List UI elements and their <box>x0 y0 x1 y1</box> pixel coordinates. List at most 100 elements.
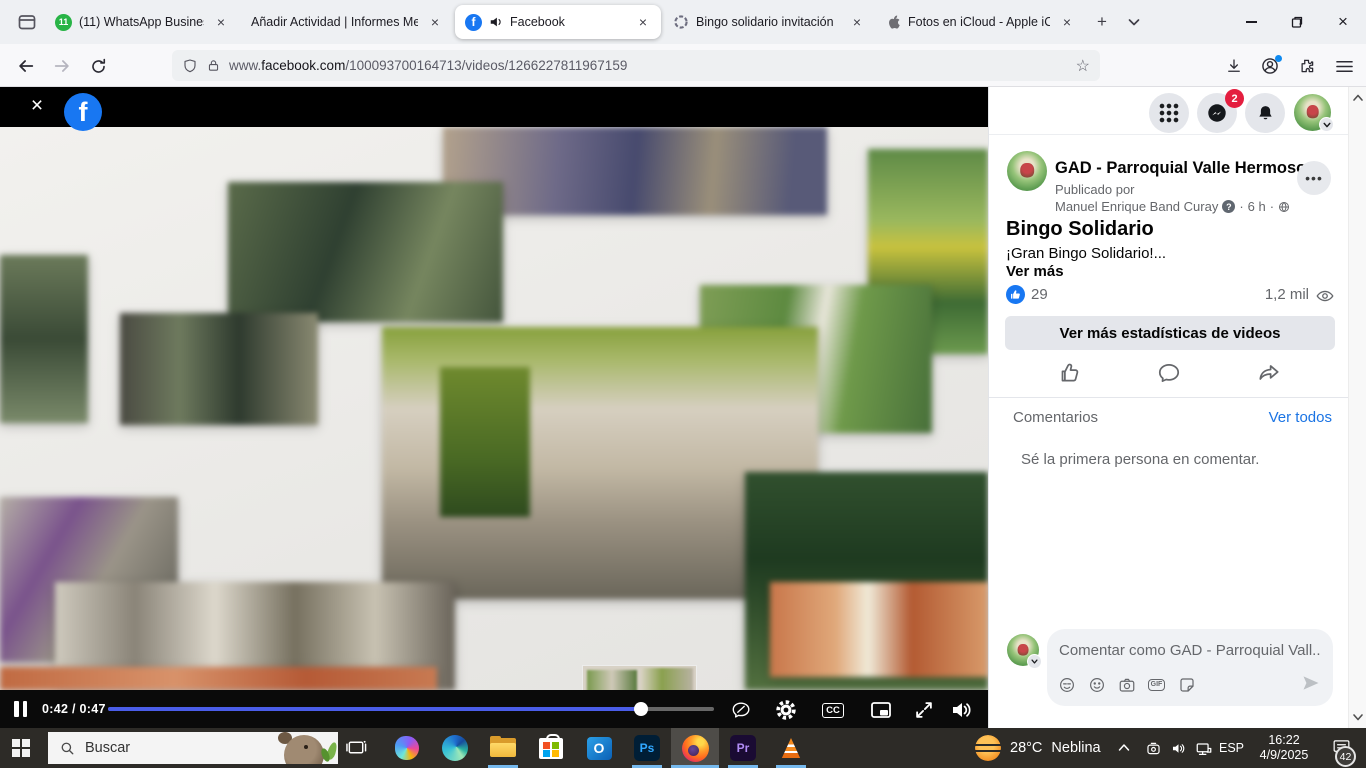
composer-avatar[interactable] <box>1007 634 1039 666</box>
share-button[interactable] <box>1256 360 1282 386</box>
video-stats-button[interactable]: Ver más estadísticas de videos <box>1005 316 1335 350</box>
comments-disabled-button[interactable] <box>728 697 754 723</box>
weather-haze-icon <box>975 735 1001 761</box>
see-all-comments-link[interactable]: Ver todos <box>1269 409 1332 426</box>
view-count: 1,2 mil <box>1265 286 1309 303</box>
video-canvas[interactable]: 0:41 <box>0 127 988 690</box>
camera-button[interactable] <box>1117 675 1136 694</box>
menu-button[interactable] <box>1331 53 1357 79</box>
notifications-button[interactable] <box>1245 93 1285 133</box>
downloads-button[interactable] <box>1221 53 1247 79</box>
comment-button[interactable] <box>1156 360 1182 386</box>
language-indicator[interactable]: ESP <box>1219 741 1244 755</box>
page-scrollbar[interactable] <box>1348 87 1366 728</box>
bookmark-star-icon[interactable]: ☆ <box>1076 56 1090 76</box>
composer-avatar-chevron-icon[interactable] <box>1027 654 1042 669</box>
comment-input[interactable]: Comentar como GAD - Parroquial Vall... G… <box>1047 629 1333 706</box>
gif-button[interactable]: GIF <box>1147 675 1166 694</box>
progress-scrubber[interactable] <box>634 702 648 716</box>
forward-button[interactable] <box>49 53 75 79</box>
scroll-down-icon[interactable] <box>1352 711 1364 723</box>
tab-bingo[interactable]: Bingo solidario invitación × <box>663 5 875 39</box>
see-more-link[interactable]: Ver más <box>1006 263 1064 280</box>
url-bar[interactable]: www.facebook.com/100093700164713/videos/… <box>172 50 1100 81</box>
video-collage <box>0 127 988 690</box>
taskbar-edge-button[interactable] <box>431 728 479 768</box>
tab-close-button[interactable]: × <box>847 12 867 32</box>
fullscreen-button[interactable] <box>911 697 937 723</box>
pause-button[interactable] <box>14 701 27 717</box>
chatgpt-favicon <box>673 14 689 30</box>
weather-widget[interactable]: 28°C Neblina <box>975 728 1101 768</box>
question-icon[interactable]: ? <box>1222 200 1235 213</box>
tray-expand-button[interactable] <box>1116 740 1132 756</box>
new-tab-button[interactable]: + <box>1086 6 1118 38</box>
tab-audio-icon[interactable] <box>489 15 503 29</box>
taskbar-store-button[interactable] <box>527 728 575 768</box>
tab-facebook-active[interactable]: f Facebook × <box>455 5 661 39</box>
author-name[interactable]: Manuel Enrique Band Curay <box>1055 199 1218 214</box>
taskbar-outlook-button[interactable]: O <box>575 728 623 768</box>
network-tray-icon[interactable] <box>1195 740 1213 758</box>
post-page-avatar[interactable] <box>1007 151 1047 191</box>
taskbar-premiere-button[interactable]: Pr <box>719 728 767 768</box>
captions-button[interactable]: CC <box>820 697 846 723</box>
avatar-sticker-button[interactable] <box>1057 675 1076 694</box>
scroll-up-icon[interactable] <box>1352 92 1364 104</box>
task-view-button[interactable] <box>346 737 367 758</box>
tab-close-button[interactable]: × <box>633 12 653 32</box>
taskbar-photoshop-button[interactable]: Ps <box>623 728 671 768</box>
post-more-button[interactable]: ••• <box>1297 161 1331 195</box>
whatsapp-badge-icon: 11 <box>55 14 72 31</box>
extensions-button[interactable] <box>1294 53 1320 79</box>
tab-close-button[interactable]: × <box>211 12 231 32</box>
taskbar-search-box[interactable]: Buscar <box>48 732 338 764</box>
video-close-button[interactable]: × <box>26 95 48 117</box>
search-highlight-image[interactable] <box>260 732 338 764</box>
tab-whatsapp[interactable]: 11 (11) WhatsApp Business × <box>45 5 239 39</box>
like-reaction-icon[interactable] <box>1006 285 1025 304</box>
taskbar-firefox-button[interactable] <box>671 728 719 768</box>
notification-badge: 42 <box>1335 746 1356 767</box>
taskbar-explorer-button[interactable] <box>479 728 527 768</box>
taskbar-copilot-button[interactable] <box>383 728 431 768</box>
tracking-shield-icon[interactable] <box>182 58 198 74</box>
pip-button[interactable] <box>868 697 894 723</box>
taskbar-vlc-button[interactable] <box>767 728 815 768</box>
account-button[interactable] <box>1257 53 1283 79</box>
emoji-button[interactable] <box>1087 675 1106 694</box>
volume-tray-icon[interactable] <box>1170 740 1187 757</box>
back-button[interactable] <box>13 53 39 79</box>
tab-close-button[interactable]: × <box>1057 12 1077 32</box>
camera-tray-icon[interactable] <box>1145 740 1162 757</box>
progress-bar[interactable] <box>108 707 714 711</box>
like-count[interactable]: 29 <box>1031 286 1048 303</box>
firefox-view-button[interactable] <box>10 7 44 37</box>
apps-grid-button[interactable] <box>1149 93 1189 133</box>
window-close-button[interactable]: × <box>1320 0 1366 44</box>
lock-icon[interactable] <box>206 58 221 73</box>
time-ago[interactable]: 6 h <box>1248 199 1266 214</box>
settings-button[interactable] <box>773 697 799 723</box>
profile-chevron-icon[interactable] <box>1319 117 1334 132</box>
volume-button[interactable] <box>948 697 974 723</box>
taskbar-clock[interactable]: 16:22 4/9/2025 <box>1248 733 1320 763</box>
send-comment-button[interactable] <box>1301 673 1321 693</box>
apple-favicon <box>887 14 901 30</box>
page-name[interactable]: GAD - Parroquial Valle Hermoso <box>1055 159 1306 178</box>
start-button[interactable] <box>12 739 30 757</box>
like-button[interactable] <box>1056 360 1082 386</box>
sticker-button[interactable] <box>1177 675 1196 694</box>
tab-icloud[interactable]: Fotos en iCloud - Apple iClou × <box>877 5 1085 39</box>
window-maximize-button[interactable] <box>1274 0 1320 44</box>
search-placeholder: Buscar <box>85 740 130 756</box>
tab-list-button[interactable] <box>1118 6 1150 38</box>
video-player[interactable]: × f <box>0 87 988 728</box>
tab-informes[interactable]: Añadir Actividad | Informes Mens × <box>241 5 453 39</box>
url-text[interactable]: www.facebook.com/100093700164713/videos/… <box>229 58 1068 73</box>
window-minimize-button[interactable] <box>1228 0 1274 44</box>
tab-close-button[interactable]: × <box>425 12 445 32</box>
comments-header: Comentarios <box>1013 409 1098 426</box>
reload-button[interactable] <box>85 53 111 79</box>
facebook-logo[interactable]: f <box>64 93 102 131</box>
